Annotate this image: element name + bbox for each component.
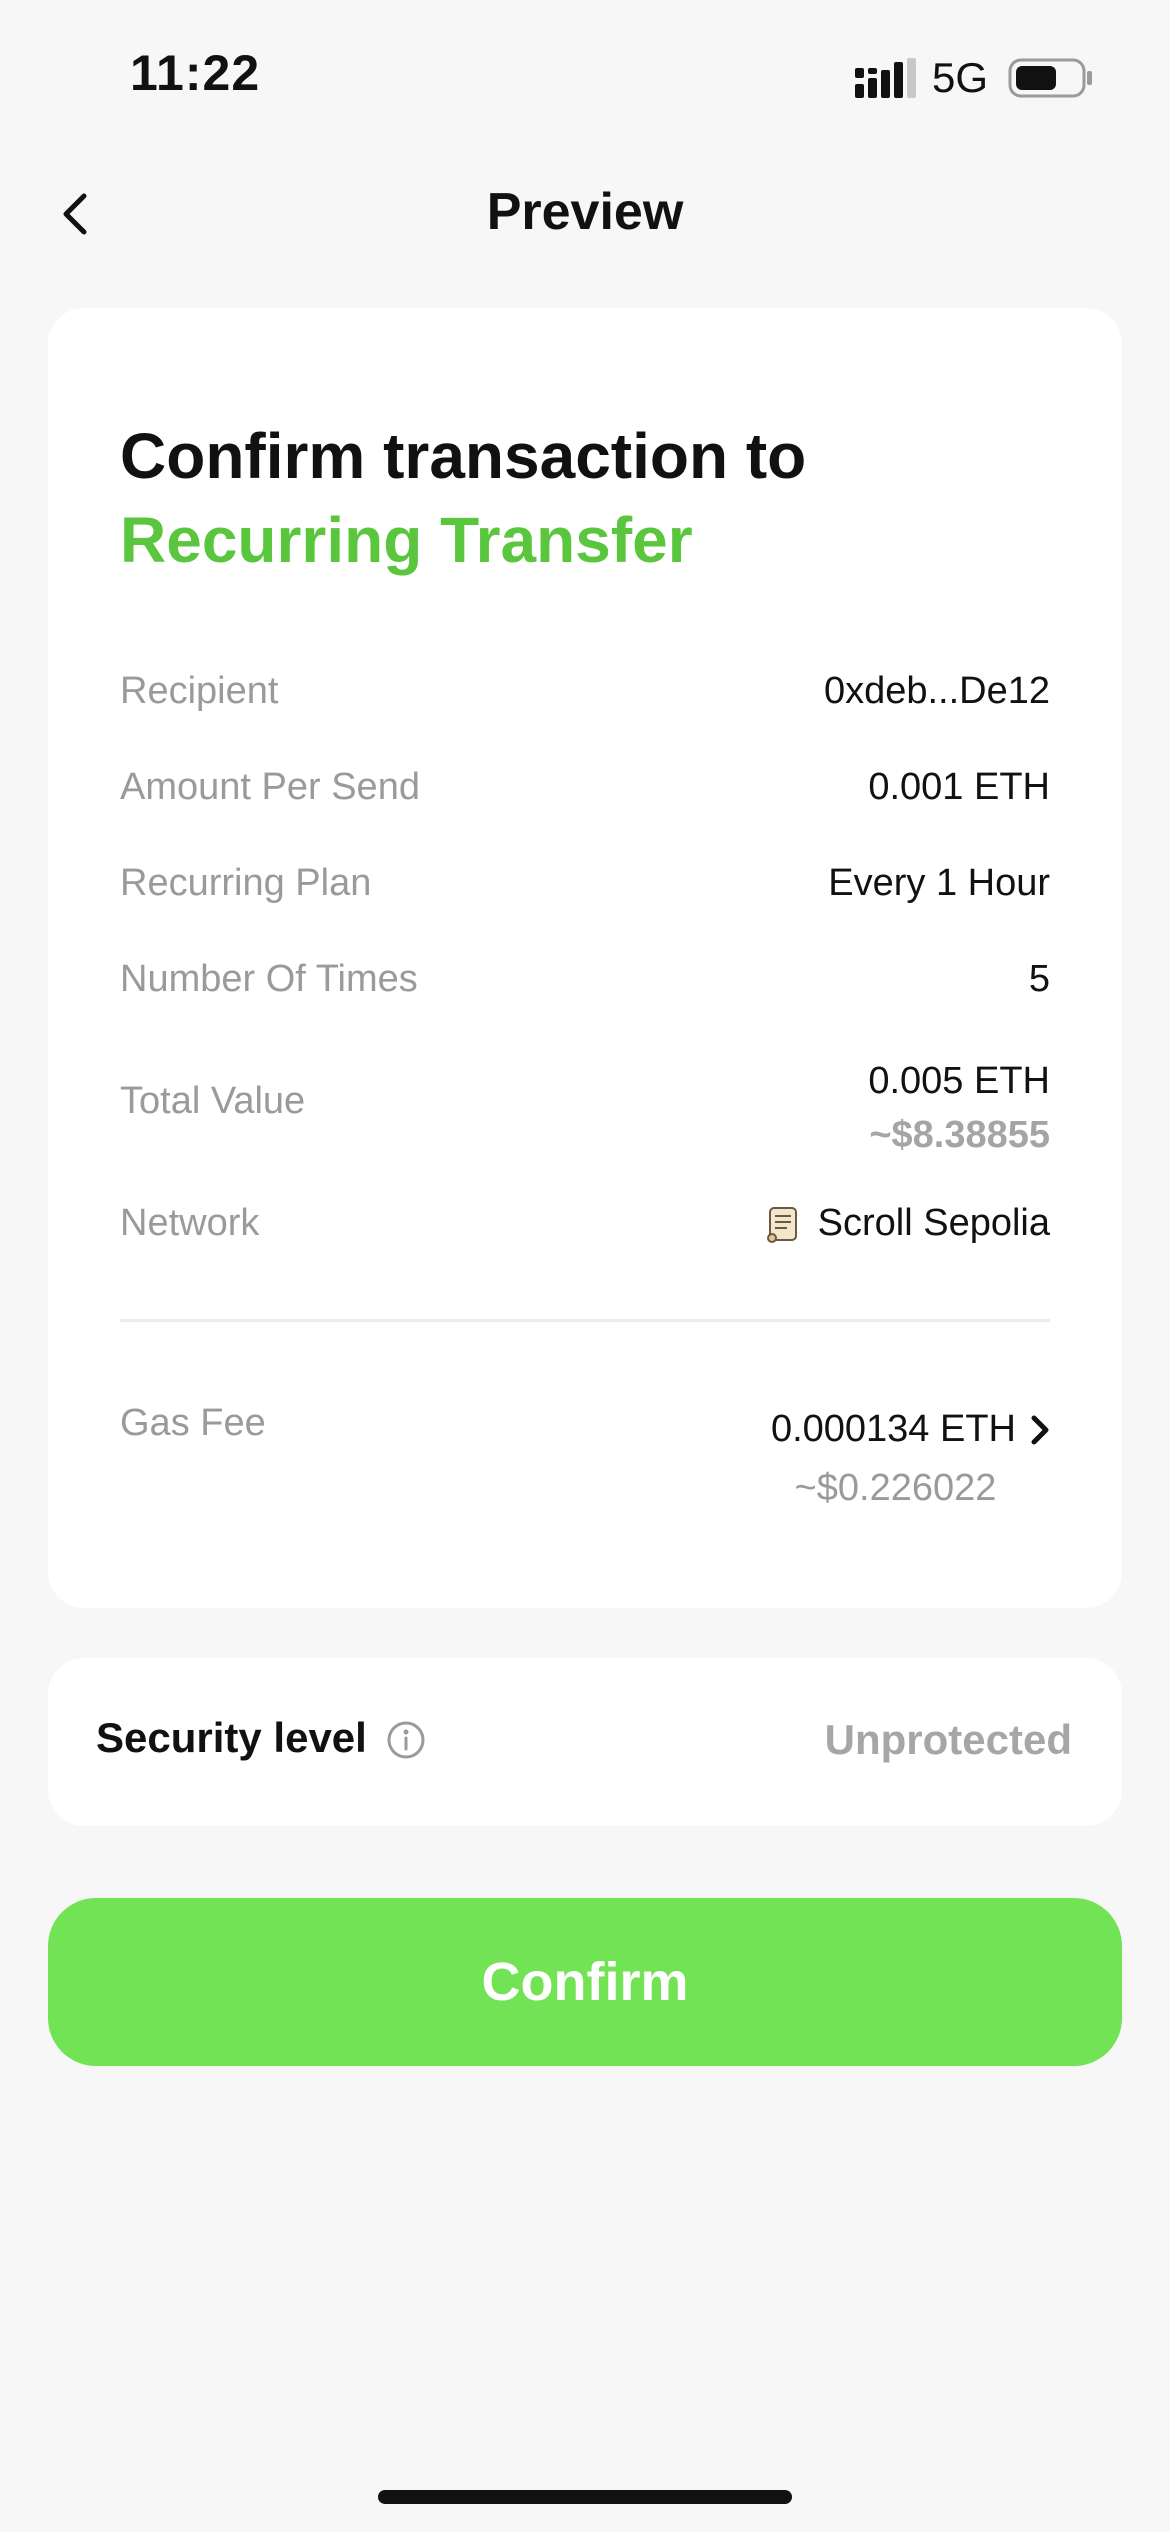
security-level-label: Security level — [96, 1714, 367, 1761]
gas-fee-amount-row[interactable]: 0.000134 ETH — [771, 1408, 1050, 1451]
total-value-value: 0.005 ETH ~$8.38855 — [868, 1054, 1050, 1162]
network-type-label: 5G — [932, 54, 989, 101]
scroll-icon — [766, 1206, 797, 1243]
page-title: Preview — [486, 183, 684, 241]
total-value-label: Total Value — [120, 1080, 306, 1122]
network-label: Network — [120, 1202, 260, 1244]
total-value-eth: 0.005 ETH — [868, 1060, 1050, 1102]
recipient-label: Recipient — [120, 670, 279, 712]
info-icon[interactable] — [386, 1720, 426, 1760]
network-name: Scroll Sepolia — [817, 1202, 1050, 1244]
gas-fee-value[interactable]: 0.000134 ETH ~$0.226022 — [771, 1408, 1050, 1510]
transaction-card: Confirm transaction to Recurring Transfe… — [48, 308, 1122, 1608]
card-title: Confirm transaction to Recurring Transfe… — [120, 414, 806, 582]
number-of-times-row: Number Of Times 5 — [120, 958, 1050, 1008]
recurring-plan-label: Recurring Plan — [120, 862, 372, 904]
recurring-plan-value: Every 1 Hour — [828, 862, 1050, 904]
status-time: 11:22 — [130, 45, 261, 101]
header: Preview — [0, 160, 1170, 270]
number-of-times-label: Number Of Times — [120, 958, 418, 1000]
recurring-plan-row: Recurring Plan Every 1 Hour — [120, 862, 1050, 912]
gas-fee-row[interactable]: Gas Fee 0.000134 ETH ~$0.226022 — [120, 1402, 1050, 1532]
gas-fee-usd: ~$0.226022 — [794, 1467, 997, 1509]
card-title-action: Recurring Transfer — [120, 504, 693, 576]
total-value-usd: ~$8.38855 — [869, 1114, 1050, 1156]
gas-fee-label: Gas Fee — [120, 1402, 266, 1444]
amount-per-send-row: Amount Per Send 0.001 ETH — [120, 766, 1050, 816]
chevron-right-icon[interactable] — [1030, 1414, 1050, 1446]
gas-fee-eth: 0.000134 ETH — [770, 1408, 1016, 1450]
network-row: Network Scroll Sepolia — [120, 1202, 1050, 1258]
number-of-times-value: 5 — [1028, 958, 1050, 1000]
battery-icon — [1008, 58, 1092, 98]
network-value: Scroll Sepolia — [764, 1202, 1050, 1245]
divider — [120, 1319, 1050, 1322]
home-indicator[interactable] — [378, 2490, 792, 2504]
security-level-value: Unprotected — [824, 1716, 1072, 1763]
status-bar: 11:22 5G — [0, 0, 1170, 150]
recipient-value: 0xdeb...De12 — [823, 670, 1050, 712]
security-level-card[interactable]: Security level Unprotected — [48, 1658, 1122, 1826]
card-title-line1: Confirm transaction to — [120, 420, 807, 492]
signal-icon — [855, 58, 916, 98]
recipient-row: Recipient 0xdeb...De12 — [120, 670, 1050, 720]
total-value-row: Total Value 0.005 ETH ~$8.38855 — [120, 1054, 1050, 1164]
amount-per-send-value: 0.001 ETH — [868, 766, 1050, 808]
confirm-button[interactable]: Confirm — [48, 1898, 1122, 2066]
amount-per-send-label: Amount Per Send — [120, 766, 420, 808]
